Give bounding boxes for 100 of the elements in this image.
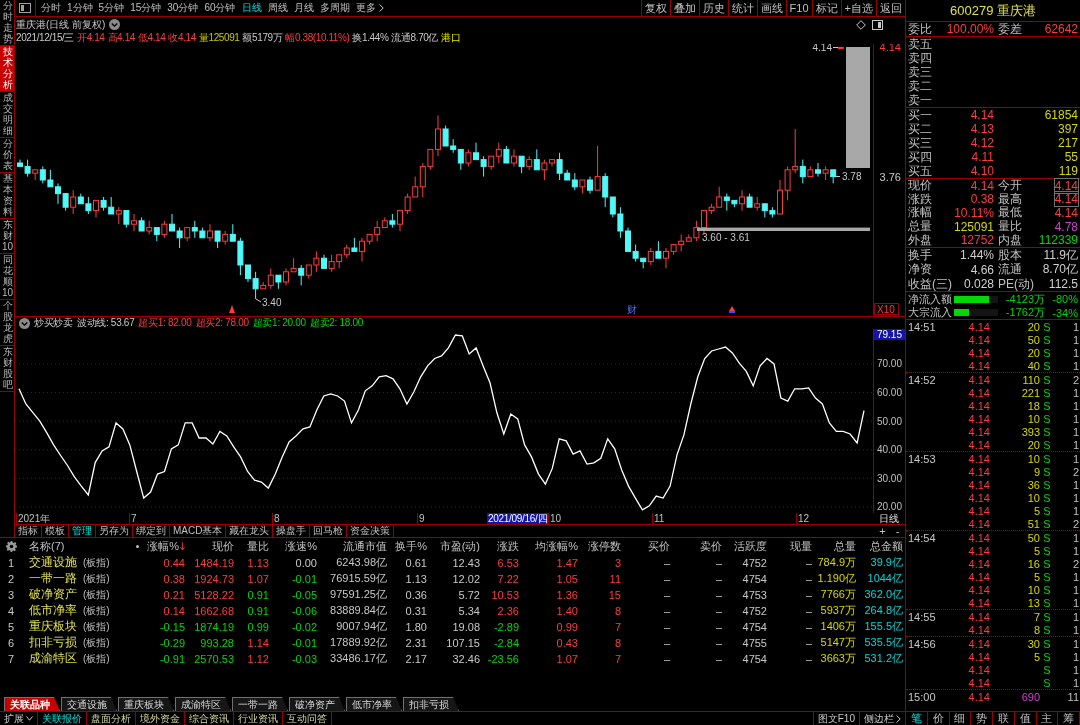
side-tab[interactable]: 东财股吧: [0, 346, 14, 392]
side-tab[interactable]: 基本资料: [0, 173, 14, 219]
period-tab[interactable]: 多周期: [319, 1, 350, 15]
panel-toggle-icon[interactable]: [872, 19, 883, 30]
column-header[interactable]: 卖价: [700, 538, 722, 554]
period-tab[interactable]: 月线: [293, 1, 314, 15]
indicator-tab[interactable]: 操盘手: [273, 525, 311, 537]
indicator-tab[interactable]: MACD基本: [170, 525, 227, 537]
indicator-tab[interactable]: 绑定到: [133, 525, 170, 537]
detail-tab[interactable]: 值: [1014, 712, 1037, 725]
board-tab[interactable]: 成渝特区: [175, 697, 231, 711]
indicator-tab[interactable]: 模板: [42, 525, 69, 537]
column-header[interactable]: 涨跌: [497, 538, 519, 554]
stock-name[interactable]: 一带一路: [29, 570, 77, 587]
period-tab[interactable]: 1分钟: [67, 1, 93, 15]
dropdown-icon[interactable]: [19, 317, 30, 329]
status-tab[interactable]: 行业资讯: [234, 712, 283, 725]
more-button[interactable]: 更多: [355, 1, 384, 15]
toolbar-button[interactable]: 复权: [640, 0, 670, 16]
expand-menu[interactable]: 扩展: [0, 712, 38, 725]
status-tab[interactable]: 关联报价: [38, 712, 87, 725]
period-tab[interactable]: 5分钟: [98, 1, 125, 15]
status-tab[interactable]: 综合资讯: [185, 712, 234, 725]
toolbar-button[interactable]: 标记: [811, 0, 841, 16]
table-cell-text: –: [662, 636, 671, 649]
column-header[interactable]: 涨速%: [285, 538, 317, 554]
indicator-tab[interactable]: 指标: [15, 525, 42, 537]
column-header[interactable]: 总量: [834, 538, 856, 554]
quote-info: 收4.14: [168, 30, 196, 45]
detail-tab[interactable]: 联: [993, 712, 1015, 725]
diamond-icon[interactable]: [856, 19, 866, 30]
period-tab[interactable]: 日线: [241, 1, 262, 15]
period-tab[interactable]: 30分钟: [167, 1, 199, 15]
board-tab[interactable]: 一带一路: [232, 697, 288, 711]
toolbar-button[interactable]: 叠加: [669, 0, 699, 16]
toolbar-button[interactable]: +自选: [840, 0, 876, 16]
period-tab[interactable]: 周线: [267, 1, 288, 15]
column-header[interactable]: 涨停数: [588, 538, 621, 554]
column-header[interactable]: 总金额: [870, 538, 903, 554]
indicator-tab[interactable]: 藏在龙头: [226, 525, 274, 537]
column-header[interactable]: 涨幅%: [147, 538, 185, 554]
detail-tab[interactable]: 筹: [1058, 712, 1080, 725]
quote-info: 港口: [441, 30, 461, 45]
indicator-tab[interactable]: 资金决策: [347, 525, 395, 537]
status-tab[interactable]: 互动问答: [283, 712, 332, 725]
dropdown-icon[interactable]: [109, 19, 121, 30]
toolbar-button[interactable]: F10: [785, 0, 812, 16]
detail-tab[interactable]: 笔: [906, 712, 928, 725]
column-header[interactable]: 流通市值: [343, 538, 387, 554]
status-tab[interactable]: 境外资金: [136, 712, 185, 725]
detail-tab[interactable]: 价: [927, 712, 950, 725]
status-tab[interactable]: 盘面分析: [87, 712, 136, 725]
period-tab[interactable]: 分时: [41, 1, 61, 15]
column-header[interactable]: 名称(7): [29, 538, 65, 554]
settings-icon[interactable]: [5, 540, 17, 552]
trade-volume: 9: [1032, 465, 1040, 478]
column-header[interactable]: 买价: [648, 538, 670, 554]
stock-name[interactable]: 成渝特区: [29, 650, 77, 667]
event-marker[interactable]: 财: [627, 304, 637, 315]
column-header[interactable]: 市盈(动): [439, 538, 480, 554]
toolbar-button[interactable]: 统计: [727, 0, 757, 16]
column-header[interactable]: 量比: [247, 538, 269, 554]
stock-name[interactable]: 重庆板块: [29, 618, 77, 635]
stock-name[interactable]: 低市净率: [29, 602, 77, 619]
detail-tab[interactable]: 细: [949, 712, 972, 725]
detail-tab[interactable]: 主: [1036, 712, 1059, 725]
period-tab[interactable]: 60分钟: [204, 1, 236, 15]
side-tab[interactable]: 东财10: [0, 219, 14, 254]
stock-name[interactable]: 扣非亏损: [29, 634, 77, 651]
side-tab[interactable]: 同花顺10: [0, 254, 14, 300]
toolbar-button[interactable]: 画线: [756, 0, 786, 16]
zoom-button[interactable]: +: [875, 525, 890, 537]
toolbar-button[interactable]: 历史: [698, 0, 728, 16]
zoom-button[interactable]: -: [890, 525, 905, 537]
column-header[interactable]: 现价: [212, 538, 234, 554]
indicator-tab[interactable]: 管理: [69, 525, 96, 537]
sidebar-toggle-icon[interactable]: [19, 3, 31, 13]
board-tab[interactable]: 破净资产: [289, 697, 345, 711]
column-header[interactable]: 换手%: [395, 538, 427, 554]
column-header[interactable]: 均涨幅%: [535, 538, 578, 554]
column-header[interactable]: 现量: [790, 538, 812, 554]
stock-name[interactable]: 破净资产: [29, 586, 77, 603]
side-tab[interactable]: 技术分析: [0, 46, 14, 92]
board-tab[interactable]: 扣非亏损: [403, 697, 459, 711]
board-tab[interactable]: 重庆板块: [118, 697, 174, 711]
board-tab[interactable]: 低市净率: [346, 697, 402, 711]
status-button[interactable]: 图文F10: [812, 712, 859, 725]
side-tab[interactable]: 成交明细: [0, 92, 14, 138]
board-tab[interactable]: 交通设施: [61, 697, 117, 711]
toolbar-button[interactable]: 返回: [876, 0, 905, 16]
side-tab[interactable]: 个股龙虎: [0, 300, 14, 346]
period-tab[interactable]: 15分钟: [130, 1, 162, 15]
side-tab[interactable]: 分价表: [0, 138, 14, 173]
indicator-tab[interactable]: 另存为: [96, 525, 133, 537]
stock-name[interactable]: 交通设施: [29, 554, 77, 571]
column-header[interactable]: 活跃度: [734, 538, 767, 554]
status-button[interactable]: 侧边栏: [859, 712, 905, 725]
board-tab[interactable]: 关联品种: [4, 697, 60, 711]
indicator-tab[interactable]: 回马枪: [310, 525, 348, 537]
detail-tab[interactable]: 势: [971, 712, 993, 725]
